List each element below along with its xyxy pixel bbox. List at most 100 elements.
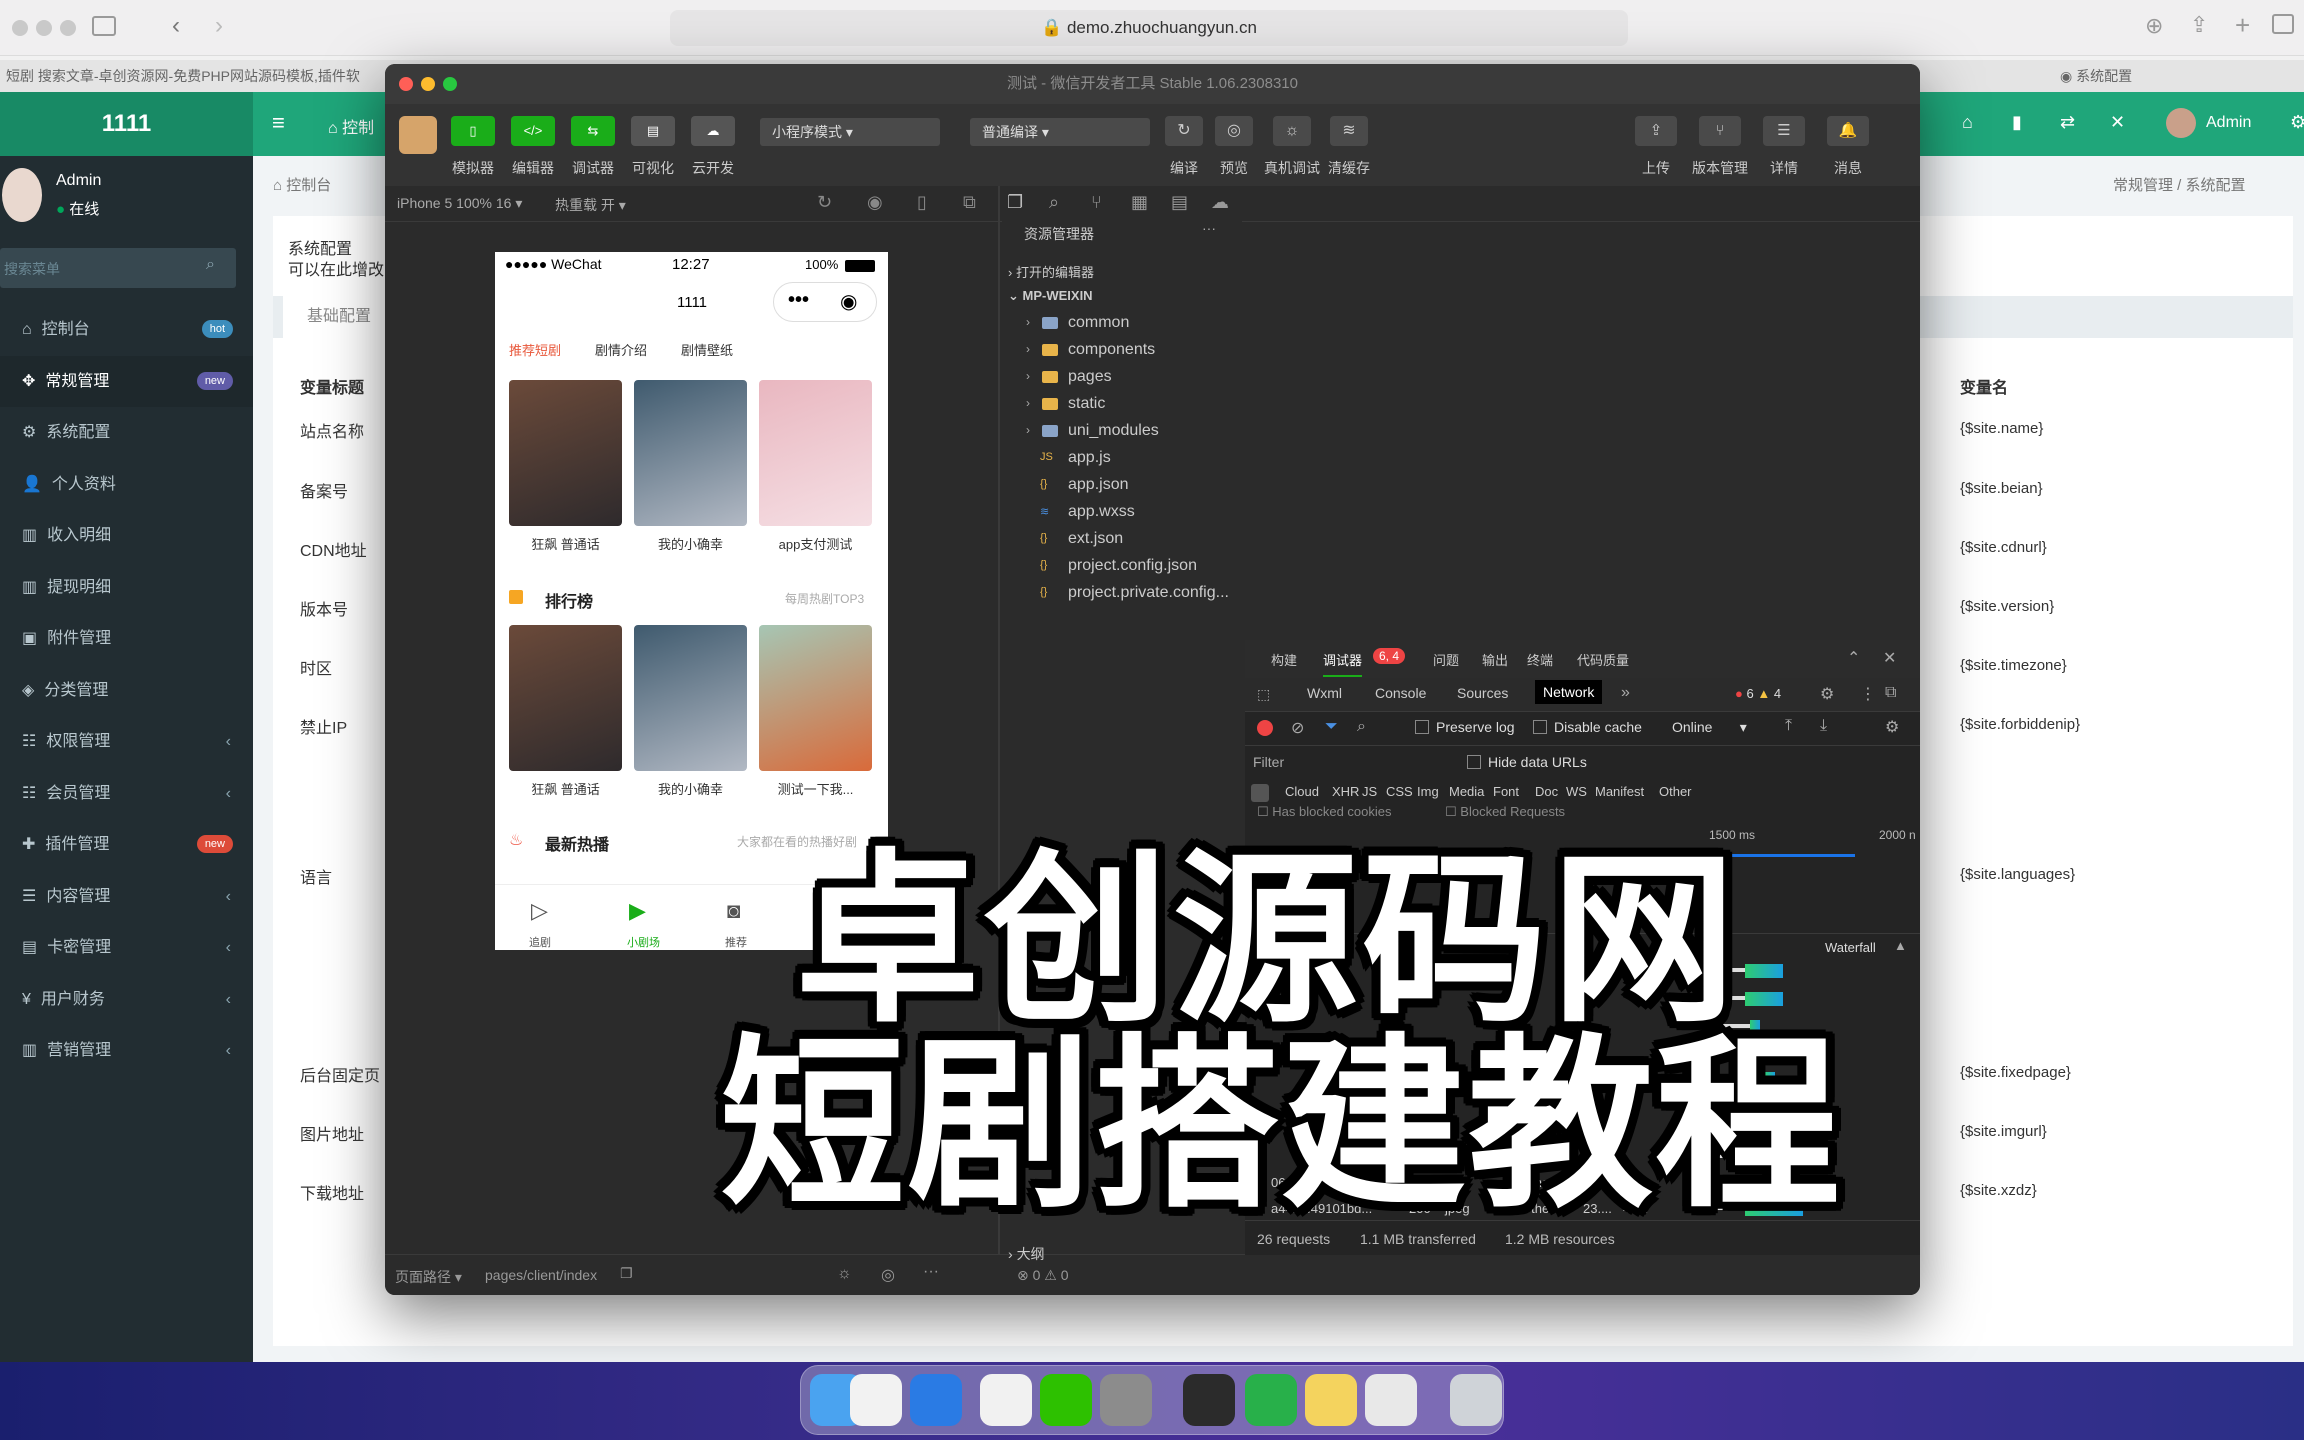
devtools-tab-1[interactable]: Console [1375,685,1426,701]
minimize-icon[interactable] [421,77,435,91]
action-button-3[interactable]: ≋ [1330,116,1368,146]
extensions-icon[interactable]: ▦ [1131,192,1148,213]
tab-basic-config[interactable]: 基础配置 [283,296,395,338]
eye-icon[interactable]: ◎ [881,1265,895,1285]
file-item[interactable]: app.wxss [1068,503,1135,521]
settings-icon[interactable]: ⚙ [2290,112,2304,133]
poster-image[interactable] [509,380,622,526]
folder-item[interactable]: common [1068,314,1129,332]
poster-title[interactable]: 我的小确幸 [634,534,747,553]
mode-select[interactable]: 小程序模式 ▾ [760,118,940,146]
right-action-button-3[interactable]: 🔔 [1827,116,1869,146]
launchpad-icon[interactable] [850,1374,902,1426]
admin-logo[interactable]: 1111 [0,92,253,156]
waterfall-header[interactable]: Waterfall [1825,940,1876,955]
video-icon[interactable] [1183,1374,1235,1426]
clear-icon[interactable]: ⊘ [1291,718,1304,738]
folder-chevron-icon[interactable]: › [1026,423,1030,437]
project-avatar[interactable] [399,116,437,154]
close-capsule-icon[interactable]: ◉ [840,289,857,314]
hbuilder-icon[interactable] [1245,1374,1297,1426]
filter-icon[interactable]: ⏷ [1325,718,1338,736]
file-item[interactable]: ext.json [1068,530,1123,548]
copy-icon[interactable]: ❐ [1007,192,1023,213]
phone-tab-2[interactable]: 剧情壁纸 [681,340,733,359]
sidebar-item-6[interactable]: ▣ 附件管理 [0,613,253,664]
phone-icon[interactable]: ▯ [917,192,927,213]
throttle-select[interactable]: Online ▾ [1672,719,1747,736]
rank-more[interactable]: 每周热剧TOP3 [785,590,864,607]
network-settings-icon[interactable]: ⚙ [1885,717,1899,737]
project-section[interactable]: ⌄ MP-WEIXIN [1008,288,1093,304]
refresh-icon[interactable]: ↻ [817,192,832,213]
search-network-icon[interactable]: ⌕ [1357,718,1366,736]
poster-image[interactable] [634,380,747,526]
device-select[interactable]: iPhone 5 100% 16 ▾ [397,195,522,212]
zoom-window-button[interactable] [60,20,76,36]
action-button-1[interactable]: ◎ [1215,116,1253,146]
home-icon[interactable]: ⌂ [1962,112,1973,133]
folder-item[interactable]: components [1068,341,1155,359]
compile-select[interactable]: 普通编译 ▾ [970,118,1150,146]
poster-title[interactable]: 我的小确幸 [634,779,747,798]
nav-icon-0[interactable]: ▷ [531,898,548,924]
search-icon[interactable]: ⌕ [206,256,215,274]
nav-icon-1[interactable]: ▶ [629,898,646,924]
explorer-more-icon[interactable]: ··· [1202,220,1216,236]
trash-icon[interactable]: ▮ [2012,112,2022,133]
sidebar-item-3[interactable]: 👤 个人资料 [0,459,253,510]
action-button-2[interactable]: ☼ [1273,116,1311,146]
sidebar-item-0[interactable]: ⌂ 控制台 hot [0,304,253,355]
nav-icon-2[interactable]: ◙ [727,898,740,924]
file-item[interactable]: project.config.json [1068,557,1197,575]
folder-chevron-icon[interactable]: › [1026,369,1030,383]
panel-tab-4[interactable]: 终端 [1527,650,1553,669]
collapse-icon[interactable]: ⌃ [1847,648,1860,668]
panel-tab-0[interactable]: 构建 [1271,650,1297,669]
minimize-window-button[interactable] [36,20,52,36]
phone-tab-1[interactable]: 剧情介绍 [595,340,647,359]
folder-item[interactable]: uni_modules [1068,422,1159,440]
translate-icon[interactable]: ⇄ [2060,112,2075,133]
import-icon[interactable]: ⤒ [1785,717,1792,735]
inspect-icon[interactable]: ⬚ [1257,686,1270,703]
page-path-label[interactable]: 页面路径 ▾ [395,1267,462,1287]
fullscreen-icon[interactable]: ✕ [2110,112,2125,133]
nav-label[interactable]: 小剧场 [627,934,660,950]
miniprogram-icon[interactable] [1365,1374,1417,1426]
trash-icon[interactable] [1450,1374,1502,1426]
capsule-button[interactable]: ••• ◉ [773,282,877,322]
disable-cache-checkbox[interactable] [1533,720,1547,734]
find-icon[interactable]: ⌕ [1049,192,1059,213]
back-icon[interactable]: ‹ [172,12,180,40]
tab-active[interactable]: 短剧 搜索文章-卓创资源网-免费PHP网站源码模板,插件软 [6,68,360,84]
sidebar-item-7[interactable]: ◈ 分类管理 [0,665,253,716]
more-icon[interactable]: ··· [923,1263,939,1281]
panel-tab-5[interactable]: 代码质量 [1577,650,1629,669]
poster-image[interactable] [759,625,872,771]
hot-reload-toggle[interactable]: 热重载 开 ▾ [555,195,626,215]
poster-title[interactable]: 狂飙 普通话 [509,534,622,553]
folder-chevron-icon[interactable]: › [1026,342,1030,356]
nav-label[interactable]: 推荐 [725,934,747,950]
poster-title[interactable]: app支付测试 [759,534,872,553]
folder-item[interactable]: static [1068,395,1105,413]
poster-title[interactable]: 狂飙 普通话 [509,779,622,798]
file-item[interactable]: app.json [1068,476,1129,494]
bug-icon[interactable]: ☼ [837,1265,852,1283]
sidebar-item-5[interactable]: ▥ 提现明细 [0,562,253,613]
gear-icon[interactable]: ⚙ [1820,684,1834,704]
chrome-icon[interactable] [980,1374,1032,1426]
poster-image[interactable] [759,380,872,526]
right-action-button-2[interactable]: ☰ [1763,116,1805,146]
tabs-overview-icon[interactable] [2272,14,2294,34]
sidebar-icon[interactable] [92,16,116,36]
menu-search[interactable]: 搜索菜单 ⌕ [0,248,236,288]
kebab-icon[interactable]: ⋮ [1860,684,1876,704]
record-network-button[interactable] [1257,720,1273,736]
settings-icon[interactable] [1100,1374,1152,1426]
sidebar-item-9[interactable]: ☷ 会员管理 ‹ [0,768,253,819]
tool-button-3[interactable]: ▤ [631,116,675,146]
forward-icon[interactable]: › [215,12,223,40]
maximize-icon[interactable] [443,77,457,91]
